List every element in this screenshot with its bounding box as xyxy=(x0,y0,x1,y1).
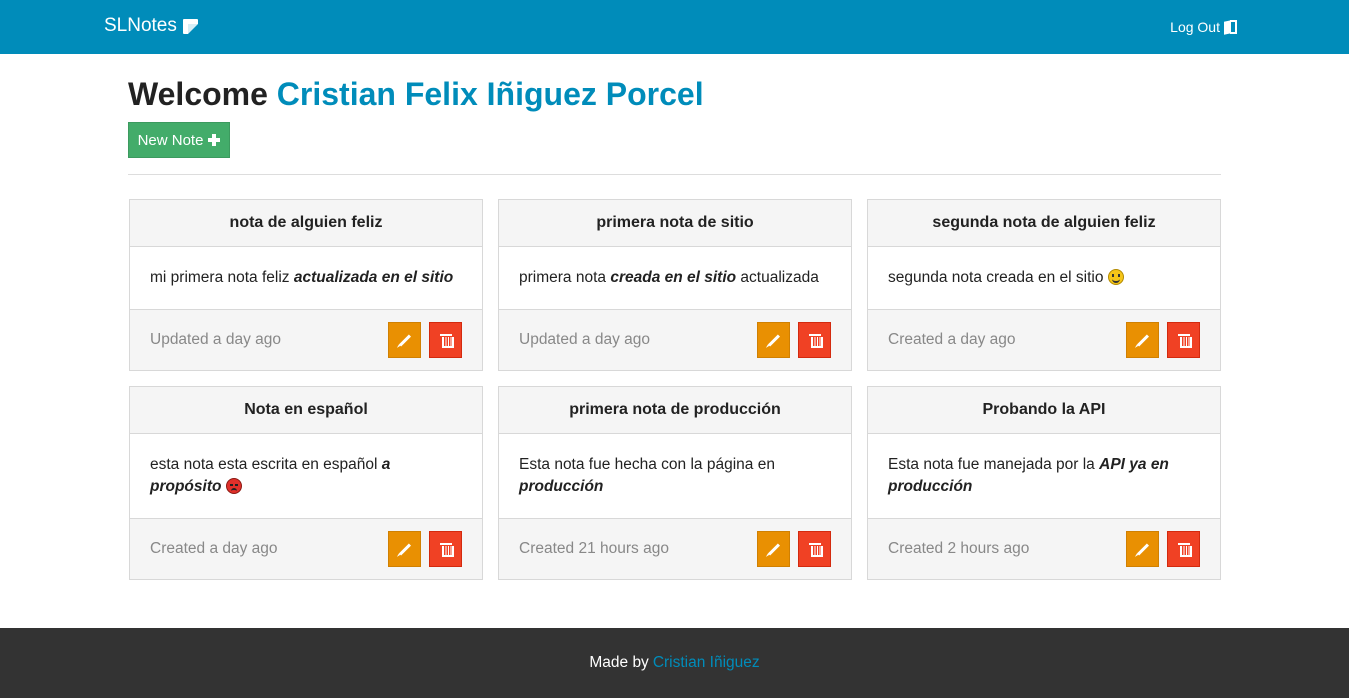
logout-link[interactable]: Log Out xyxy=(1170,19,1237,35)
note-body-segment: primera nota xyxy=(519,269,611,286)
edit-note-button[interactable] xyxy=(757,531,790,567)
note-card: segunda nota de alguien feliz segunda not… xyxy=(867,199,1221,371)
note-body: Esta nota fue hecha con la página en pro… xyxy=(499,434,851,519)
trash-icon xyxy=(1177,542,1192,557)
note-timestamp: Created a day ago xyxy=(888,331,1016,348)
footer-prefix: Made by xyxy=(589,654,649,671)
note-body-emphasis: creada en el sitio xyxy=(610,269,737,286)
divider xyxy=(128,174,1221,175)
brand-link[interactable]: SLNotes xyxy=(104,15,198,37)
note-body-segment: actualizada xyxy=(736,269,819,286)
note-body: segunda nota creada en el sitio xyxy=(868,247,1220,310)
pencil-icon xyxy=(1136,542,1149,556)
brand-label: SLNotes xyxy=(104,15,177,36)
note-body-emphasis: actualizada en el sitio xyxy=(293,269,454,286)
note-body-segment: segunda nota creada en el sitio xyxy=(888,269,1108,286)
pencil-icon xyxy=(767,542,780,556)
door-exit-icon xyxy=(1224,20,1237,35)
note-body-segment: Esta nota fue manejada por la xyxy=(888,456,1100,473)
note-timestamp: Updated a day ago xyxy=(150,331,281,348)
note-body: esta nota esta escrita en español a prop… xyxy=(130,434,482,519)
edit-note-button[interactable] xyxy=(1126,322,1159,358)
note-timestamp: Created a day ago xyxy=(150,540,278,557)
note-timestamp: Created 21 hours ago xyxy=(519,540,669,557)
navbar: SLNotes Log Out xyxy=(0,0,1349,54)
note-body-emphasis: producción xyxy=(519,478,604,495)
delete-note-button[interactable] xyxy=(798,322,831,358)
note-icon xyxy=(182,18,198,34)
note-body-text: esta nota esta escrita en español a prop… xyxy=(150,454,462,498)
footer: Made by Cristian Iñiguez xyxy=(0,628,1349,698)
delete-note-button[interactable] xyxy=(429,322,462,358)
angry-face-emoji xyxy=(225,478,242,494)
welcome-prefix: Welcome xyxy=(128,76,268,112)
delete-note-button[interactable] xyxy=(429,531,462,567)
note-title: Nota en español xyxy=(130,387,482,434)
edit-note-button[interactable] xyxy=(757,322,790,358)
delete-note-button[interactable] xyxy=(1167,322,1200,358)
note-card: Probando la API Esta nota fue manejada po… xyxy=(867,386,1221,580)
trash-icon xyxy=(808,542,823,557)
edit-note-button[interactable] xyxy=(388,322,421,358)
delete-note-button[interactable] xyxy=(798,531,831,567)
pencil-icon xyxy=(1136,333,1149,347)
plus-icon xyxy=(208,134,221,146)
note-body-text: mi primera nota feliz actualizada en el … xyxy=(150,267,453,289)
note-footer: Created a day ago xyxy=(130,519,482,579)
happy-face-emoji xyxy=(1107,269,1124,285)
note-footer: Created 21 hours ago xyxy=(499,519,851,579)
trash-icon xyxy=(439,542,454,557)
note-title: primera nota de sitio xyxy=(499,200,851,247)
note-body-text: Esta nota fue hecha con la página en pro… xyxy=(519,454,831,498)
note-footer: Updated a day ago xyxy=(130,310,482,370)
note-title: primera nota de producción xyxy=(499,387,851,434)
note-timestamp: Created 2 hours ago xyxy=(888,540,1030,557)
note-body: primera nota creada en el sitio actualiz… xyxy=(499,247,851,310)
edit-note-button[interactable] xyxy=(388,531,421,567)
author-link[interactable]: Cristian Iñiguez xyxy=(653,654,760,672)
note-footer: Updated a day ago xyxy=(499,310,851,370)
note-body: Esta nota fue manejada por la API ya en … xyxy=(868,434,1220,519)
note-body-text: Esta nota fue manejada por la API ya en … xyxy=(888,454,1200,498)
note-body-text: primera nota creada en el sitio actualiz… xyxy=(519,267,819,289)
note-body-segment: Esta nota fue hecha con la página en xyxy=(519,456,775,473)
logout-label: Log Out xyxy=(1170,19,1220,35)
note-timestamp: Updated a day ago xyxy=(519,331,650,348)
notes-grid: nota de alguien feliz mi primera nota fel… xyxy=(129,199,1221,580)
note-card: nota de alguien feliz mi primera nota fel… xyxy=(129,199,483,371)
note-body-segment: esta nota esta escrita en español xyxy=(150,456,382,473)
pencil-icon xyxy=(767,333,780,347)
trash-icon xyxy=(1177,333,1192,348)
note-title: segunda nota de alguien feliz xyxy=(868,200,1220,247)
user-name: Cristian Felix Iñiguez Porcel xyxy=(276,76,704,112)
trash-icon xyxy=(808,333,823,348)
note-card: Nota en español esta nota esta escrita en… xyxy=(129,386,483,580)
pencil-icon xyxy=(398,542,411,556)
note-footer: Created a day ago xyxy=(868,310,1220,370)
note-title: nota de alguien feliz xyxy=(130,200,482,247)
note-card: primera nota de sitio primera nota creada… xyxy=(498,199,852,371)
delete-note-button[interactable] xyxy=(1167,531,1200,567)
note-card: primera nota de producción Esta nota fue … xyxy=(498,386,852,580)
new-note-label: New Note xyxy=(137,131,204,149)
trash-icon xyxy=(439,333,454,348)
new-note-button[interactable]: New Note xyxy=(128,122,230,158)
edit-note-button[interactable] xyxy=(1126,531,1159,567)
note-body-segment: mi primera nota feliz xyxy=(150,269,294,286)
note-footer: Created 2 hours ago xyxy=(868,519,1220,579)
pencil-icon xyxy=(398,333,411,347)
note-title: Probando la API xyxy=(868,387,1220,434)
page-title: Welcome Cristian Felix Iñiguez Porcel xyxy=(128,76,704,113)
note-body-text: segunda nota creada en el sitio xyxy=(888,267,1124,289)
note-body: mi primera nota feliz actualizada en el … xyxy=(130,247,482,310)
